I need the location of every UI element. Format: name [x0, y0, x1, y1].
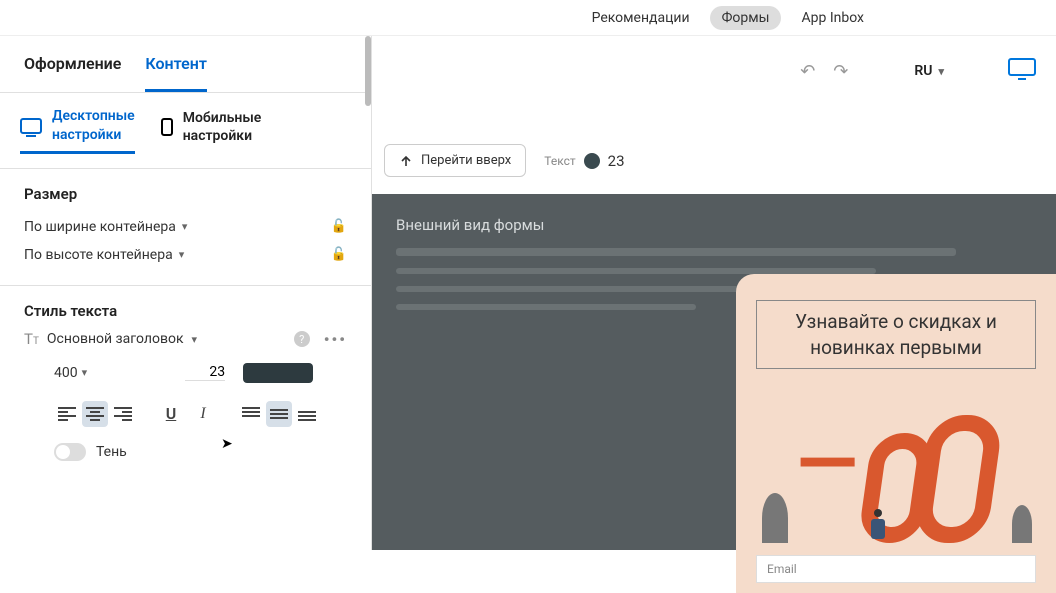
sidebar-tab-design[interactable]: Оформление [24, 54, 121, 92]
align-center-button[interactable] [82, 401, 108, 427]
text-color-swatch[interactable] [243, 363, 313, 383]
form-appearance-panel: Внешний вид формы Узнавайте о скидках и … [372, 194, 1056, 550]
redo-button[interactable]: ↷ [833, 61, 848, 82]
language-select[interactable]: RU ▾ [904, 57, 954, 85]
sidebar-scrollbar[interactable] [365, 36, 371, 550]
language-value: RU [914, 63, 932, 79]
preview-desktop-button[interactable] [1008, 58, 1036, 84]
align-right-button[interactable] [110, 401, 136, 427]
chevron-down-icon: ▾ [179, 248, 185, 261]
sidebar: Оформление Контент Десктопные настройки … [0, 36, 372, 550]
text-type-icon: TT [24, 330, 39, 348]
percent-icon [912, 415, 1004, 543]
font-weight-select[interactable]: 400 ▾ [54, 365, 87, 381]
sidebar-tabs: Оформление Контент [0, 36, 371, 93]
device-tab-mobile[interactable]: Мобильные настройки [161, 107, 262, 154]
width-mode-select[interactable]: По ширине контейнера ▾ [24, 219, 187, 235]
unlock-icon[interactable]: 🔓 [331, 219, 347, 234]
height-mode-select[interactable]: По высоте контейнера ▾ [24, 247, 184, 263]
shadow-label: Тень [96, 444, 127, 460]
text-preset-select[interactable]: Основной заголовок [47, 331, 184, 347]
tab-recommendations[interactable]: Рекомендации [580, 6, 702, 30]
breadcrumb-label: Текст [544, 154, 575, 168]
font-weight-value: 400 [54, 365, 78, 381]
shadow-toggle[interactable] [54, 443, 86, 461]
form-heading[interactable]: Узнавайте о скидках и новинках первыми [756, 300, 1036, 369]
breadcrumb-value: 23 [608, 152, 625, 170]
placeholder-line [396, 248, 956, 256]
device-tabs: Десктопные настройки Мобильные настройки [0, 93, 371, 169]
undo-button[interactable]: ↶ [800, 61, 815, 82]
tab-forms[interactable]: Формы [710, 6, 782, 30]
chevron-down-icon: ▾ [82, 366, 88, 379]
device-tab-label: Десктопные настройки [52, 107, 135, 145]
sidebar-tab-content[interactable]: Контент [145, 54, 207, 92]
tree-icon [762, 493, 788, 543]
italic-button[interactable]: I [190, 401, 216, 427]
go-up-label: Перейти вверх [421, 153, 511, 168]
more-menu-icon[interactable]: ••• [324, 330, 347, 349]
person-icon [866, 509, 890, 543]
canvas-breadcrumb-bar: Перейти вверх Текст 23 [384, 144, 625, 177]
mobile-icon [161, 118, 173, 136]
text-toolbar: U I [24, 401, 347, 427]
canvas-header: ↶ ↷ RU ▾ [372, 36, 1056, 106]
top-nav: Рекомендации Формы App Inbox [0, 0, 1056, 36]
breadcrumb: Текст 23 [544, 152, 624, 170]
section-title-size: Размер [24, 185, 347, 203]
tree-icon [1012, 505, 1032, 543]
canvas-area: ↶ ↷ RU ▾ Перейти вверх Текст 23 [372, 36, 1056, 550]
form-preview[interactable]: Узнавайте о скидках и новинках первыми —… [736, 274, 1056, 593]
email-input[interactable]: Email [756, 555, 1036, 583]
chevron-down-icon: ▾ [938, 65, 944, 78]
section-text-style: Стиль текста TT Основной заголовок ▾ ? •… [0, 286, 371, 477]
valign-bottom-button[interactable] [294, 401, 320, 427]
minus-icon: — [797, 443, 858, 483]
width-mode-label: По ширине контейнера [24, 219, 176, 235]
arrow-up-icon [399, 154, 413, 168]
device-tab-label: Мобильные настройки [183, 109, 262, 147]
chevron-down-icon: ▾ [182, 220, 188, 233]
tab-app-inbox[interactable]: App Inbox [789, 6, 876, 30]
chevron-down-icon: ▾ [192, 333, 198, 346]
breadcrumb-swatch [584, 153, 600, 169]
desktop-icon [20, 118, 42, 134]
device-tab-desktop[interactable]: Десктопные настройки [20, 107, 135, 154]
align-left-button[interactable] [54, 401, 80, 427]
placeholder-line [396, 304, 696, 310]
panel-title: Внешний вид формы [396, 216, 1032, 234]
valign-middle-button[interactable] [266, 401, 292, 427]
section-title-textstyle: Стиль текста [24, 302, 347, 320]
font-size-input[interactable] [185, 364, 225, 381]
valign-top-button[interactable] [238, 401, 264, 427]
go-up-button[interactable]: Перейти вверх [384, 144, 526, 177]
form-illustration: — [756, 383, 1036, 543]
underline-button[interactable]: U [158, 401, 184, 427]
unlock-icon[interactable]: 🔓 [331, 247, 347, 262]
height-mode-label: По высоте контейнера [24, 247, 173, 263]
help-icon[interactable]: ? [294, 331, 310, 347]
section-size: Размер По ширине контейнера ▾ 🔓 По высот… [0, 169, 371, 286]
